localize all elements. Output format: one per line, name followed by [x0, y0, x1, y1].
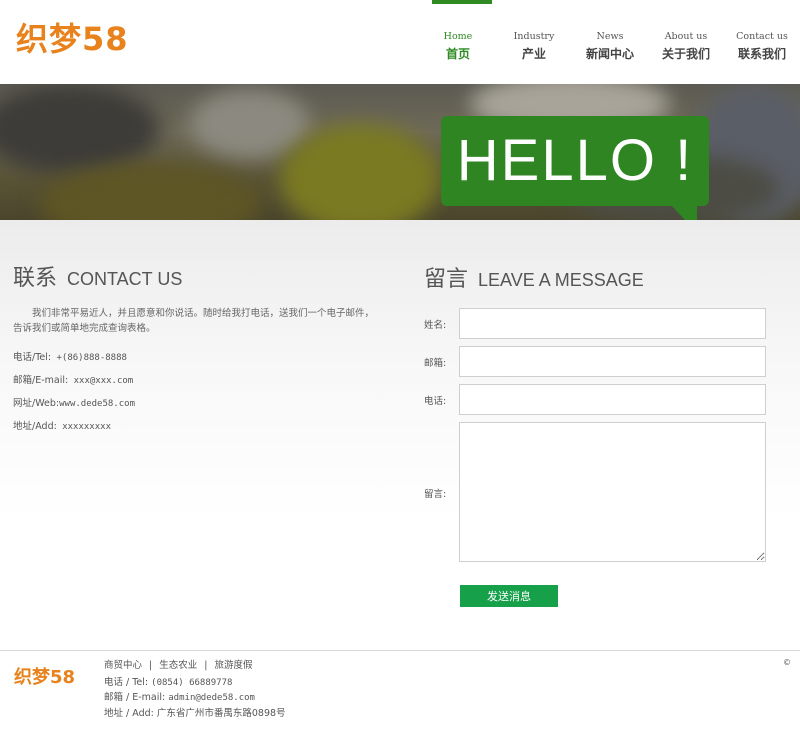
send-message-button[interactable]: 发送消息	[460, 585, 558, 607]
name-label: 姓名:	[424, 320, 447, 331]
nav-item-industry[interactable]: Industry 产业	[496, 0, 572, 84]
main-nav: Home 首页 Industry 产业 News 新闻中心 About us 关…	[420, 0, 800, 84]
contact-title-en: CONTACT US	[67, 269, 183, 289]
banner-blur-shape	[280, 124, 440, 220]
copyright-symbol: ©	[783, 658, 791, 667]
footer-link-trade[interactable]: 商贸中心	[104, 660, 142, 671]
contact-tel-value: +(86)888-8888	[51, 353, 127, 363]
footer-address-label: 地址 / Add:	[104, 708, 154, 719]
contact-email: 邮箱/E-mail: xxx@xxx.com	[13, 372, 133, 386]
footer-email: 邮箱 / E-mail: admin@dede58.com	[104, 689, 255, 703]
nav-item-news[interactable]: News 新闻中心	[572, 0, 648, 84]
footer-links: 商贸中心 | 生态农业 | 旅游度假	[104, 657, 252, 671]
active-indicator	[432, 0, 492, 4]
contact-title: 联系 CONTACT US	[13, 260, 182, 292]
message-textarea[interactable]	[459, 422, 766, 562]
nav-label-en: Home	[443, 31, 473, 42]
footer-address: 地址 / Add: 广东省广州市番禺东路0898号	[104, 705, 286, 719]
footer-email-label: 邮箱 / E-mail:	[104, 692, 166, 703]
footer-tel: 电话 / Tel: (0854) 66889778	[104, 674, 232, 688]
contact-tel-label: 电话/Tel:	[13, 352, 52, 363]
footer-link-separator: |	[204, 660, 208, 671]
phone-input[interactable]	[459, 384, 766, 415]
nav-label-zh: 新闻中心	[585, 47, 634, 61]
phone-label: 电话:	[424, 396, 447, 407]
contact-tel: 电话/Tel: +(86)888-8888	[13, 349, 127, 363]
nav-label-zh: 产业	[521, 47, 546, 61]
footer-link-tourism[interactable]: 旅游度假	[214, 660, 252, 671]
email-label: 邮箱:	[424, 358, 447, 369]
banner-blur-shape	[0, 84, 160, 174]
message-title: 留言 LEAVE A MESSAGE	[424, 261, 644, 293]
contact-address-value: xxxxxxxxx	[56, 422, 111, 432]
footer-tel-label: 电话 / Tel:	[104, 677, 149, 688]
contact-web-label: 网址/Web:	[13, 398, 60, 409]
nav-label-en: About us	[664, 31, 708, 42]
header: 织梦58 Home 首页 Industry 产业 News 新闻中心 About…	[0, 0, 800, 84]
contact-email-label: 邮箱/E-mail:	[13, 375, 69, 386]
nav-label-en: Industry	[513, 31, 555, 42]
email-input[interactable]	[459, 346, 766, 377]
footer-email-value: admin@dede58.com	[168, 693, 255, 703]
nav-item-contact[interactable]: Contact us 联系我们	[724, 0, 800, 84]
site-logo[interactable]: 织梦58	[16, 14, 129, 60]
footer-link-separator: |	[149, 660, 153, 671]
contact-intro-text: 我们非常平易近人，并且愿意和你说话。随时给我打电话，送我们一个电子邮件，告诉我们…	[13, 308, 375, 334]
nav-label-en: Contact us	[736, 31, 788, 42]
nav-label-zh: 首页	[445, 47, 470, 61]
contact-web-value: www.dede58.com	[59, 399, 135, 409]
footer-address-value: 广东省广州市番禺东路0898号	[156, 708, 286, 719]
nav-label-zh: 联系我们	[737, 47, 786, 61]
message-title-zh: 留言	[424, 267, 469, 292]
nav-item-home[interactable]: Home 首页	[420, 0, 496, 84]
contact-email-value: xxx@xxx.com	[68, 376, 134, 386]
footer-tel-value: (0854) 66889778	[151, 678, 233, 688]
contact-title-zh: 联系	[13, 266, 58, 291]
nav-item-about[interactable]: About us 关于我们	[648, 0, 724, 84]
message-title-en: LEAVE A MESSAGE	[478, 270, 644, 290]
name-input[interactable]	[459, 308, 766, 339]
contact-web: 网址/Web:www.dede58.com	[13, 395, 135, 409]
nav-label-en: News	[596, 31, 624, 42]
message-label: 留言:	[424, 489, 447, 500]
contact-address-label: 地址/Add:	[13, 421, 57, 432]
nav-label-zh: 关于我们	[661, 47, 710, 61]
footer-link-agriculture[interactable]: 生态农业	[159, 660, 197, 671]
footer-logo[interactable]: 织梦58	[14, 663, 75, 689]
hello-text: HELLO !	[456, 128, 694, 193]
contact-address: 地址/Add: xxxxxxxxx	[13, 418, 111, 432]
